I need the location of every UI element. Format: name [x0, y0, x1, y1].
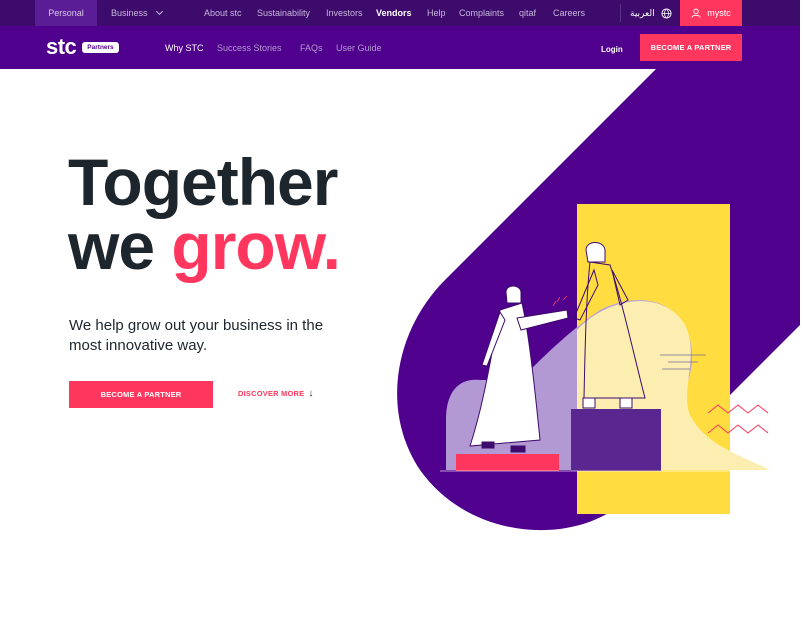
- chevron-down-icon: [156, 7, 164, 16]
- hero-subtitle: We help grow out your business in the mo…: [69, 317, 324, 354]
- mystc-button[interactable]: mystc: [680, 0, 742, 26]
- link-qitaf[interactable]: qitaf: [519, 0, 536, 26]
- utility-bar: Personal Business About stc Sustainabili…: [0, 0, 803, 26]
- cream-blob: [577, 301, 770, 470]
- link-help[interactable]: Help: [427, 0, 446, 26]
- discover-more-link[interactable]: DISCOVER MORE ↓: [238, 387, 314, 399]
- link-vendors[interactable]: Vendors: [376, 0, 412, 26]
- figure-left: [469, 285, 569, 453]
- purple-pedestal: [571, 409, 661, 471]
- globe-icon: [661, 7, 672, 19]
- nav-success-stories[interactable]: Success Stories: [217, 26, 282, 69]
- handshake-sparkle: [552, 295, 568, 307]
- divider: [620, 4, 621, 22]
- link-sustainability[interactable]: Sustainability: [257, 0, 310, 26]
- zigzag-decoration: [707, 404, 769, 414]
- logo-text: stc: [46, 34, 77, 59]
- hero-title-line2: we grow.: [68, 213, 341, 279]
- yellow-panel: [577, 204, 730, 514]
- arrow-down-icon: ↓: [308, 387, 314, 399]
- nav-why-stc[interactable]: Why STC: [165, 26, 204, 69]
- hero-title-line1: Together: [68, 145, 338, 219]
- stc-partners-logo[interactable]: stc Partners: [46, 36, 119, 58]
- language-switch[interactable]: العربية: [630, 0, 672, 26]
- tab-business[interactable]: Business: [111, 0, 164, 26]
- pink-pedestal: [456, 454, 559, 471]
- figure-right: [573, 242, 646, 409]
- mystc-label: mystc: [707, 8, 731, 18]
- lavender-blob: [446, 300, 760, 470]
- logo-badge: Partners: [82, 41, 119, 53]
- link-about-stc[interactable]: About stc: [204, 0, 242, 26]
- nav-faqs[interactable]: FAQs: [300, 26, 323, 69]
- hero-title-we: we: [68, 209, 172, 283]
- login-link[interactable]: Login: [601, 26, 623, 69]
- tab-business-label: Business: [111, 8, 148, 18]
- become-partner-nav-button[interactable]: BECOME A PARTNER: [640, 34, 742, 61]
- user-icon: [691, 8, 701, 18]
- become-partner-hero-button[interactable]: BECOME A PARTNER: [69, 381, 213, 408]
- link-complaints[interactable]: Complaints: [459, 0, 504, 26]
- discover-more-label: DISCOVER MORE: [238, 389, 305, 398]
- language-label: العربية: [630, 8, 655, 18]
- main-nav: stc Partners Why STC Success Stories FAQ…: [0, 26, 803, 69]
- tab-personal[interactable]: Personal: [35, 0, 97, 26]
- nav-user-guide[interactable]: User Guide: [336, 26, 382, 69]
- hero-title: Together we grow.: [68, 145, 341, 279]
- purple-backdrop-shape: [397, 69, 800, 531]
- zigzag-decoration: [707, 424, 769, 434]
- hero-title-grow: grow.: [171, 209, 341, 283]
- link-investors[interactable]: Investors: [326, 0, 363, 26]
- link-careers[interactable]: Careers: [553, 0, 585, 26]
